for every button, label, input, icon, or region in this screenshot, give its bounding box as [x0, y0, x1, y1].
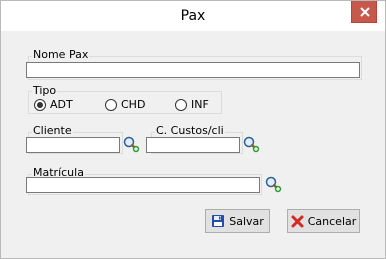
cancel-button[interactable]: Cancelar	[287, 209, 360, 233]
radio-chd-label: CHD	[121, 98, 146, 111]
radio-inf[interactable]: INF	[175, 98, 209, 111]
radio-chd-indicator	[105, 98, 117, 111]
search-add-icon	[265, 176, 282, 193]
matricula-input[interactable]	[26, 177, 260, 193]
close-icon	[360, 7, 370, 17]
tipo-label: Tipo	[32, 84, 58, 97]
custos-label: C. Custos/cli	[155, 124, 225, 137]
title-bar[interactable]: Pax	[1, 1, 385, 31]
nome-pax-input[interactable]	[26, 62, 360, 78]
red-x-icon	[291, 215, 304, 228]
cliente-input[interactable]	[26, 137, 120, 153]
close-button[interactable]	[351, 1, 377, 23]
matricula-lookup-button[interactable]	[264, 175, 282, 193]
custos-input[interactable]	[146, 137, 240, 153]
radio-adt-label: ADT	[50, 98, 73, 111]
search-add-icon	[123, 136, 140, 153]
cliente-label: Cliente	[32, 124, 73, 137]
radio-chd[interactable]: CHD	[105, 98, 145, 111]
search-add-icon	[243, 136, 260, 153]
custos-lookup-button[interactable]	[242, 135, 260, 153]
nome-pax-label: Nome Pax	[32, 48, 90, 61]
pax-dialog: Pax Nome Pax Tipo ADT CHD INF Cliente C.…	[0, 0, 386, 259]
radio-inf-label: INF	[191, 98, 209, 111]
save-label: Salvar	[229, 214, 264, 228]
radio-inf-indicator	[175, 98, 187, 111]
radio-adt-indicator	[34, 98, 46, 111]
save-button[interactable]: Salvar	[205, 209, 270, 233]
floppy-disk-icon	[211, 214, 225, 228]
cliente-lookup-button[interactable]	[122, 135, 140, 153]
radio-adt[interactable]: ADT	[34, 98, 73, 111]
window-title: Pax	[180, 8, 206, 24]
cancel-label: Cancelar	[307, 214, 357, 228]
